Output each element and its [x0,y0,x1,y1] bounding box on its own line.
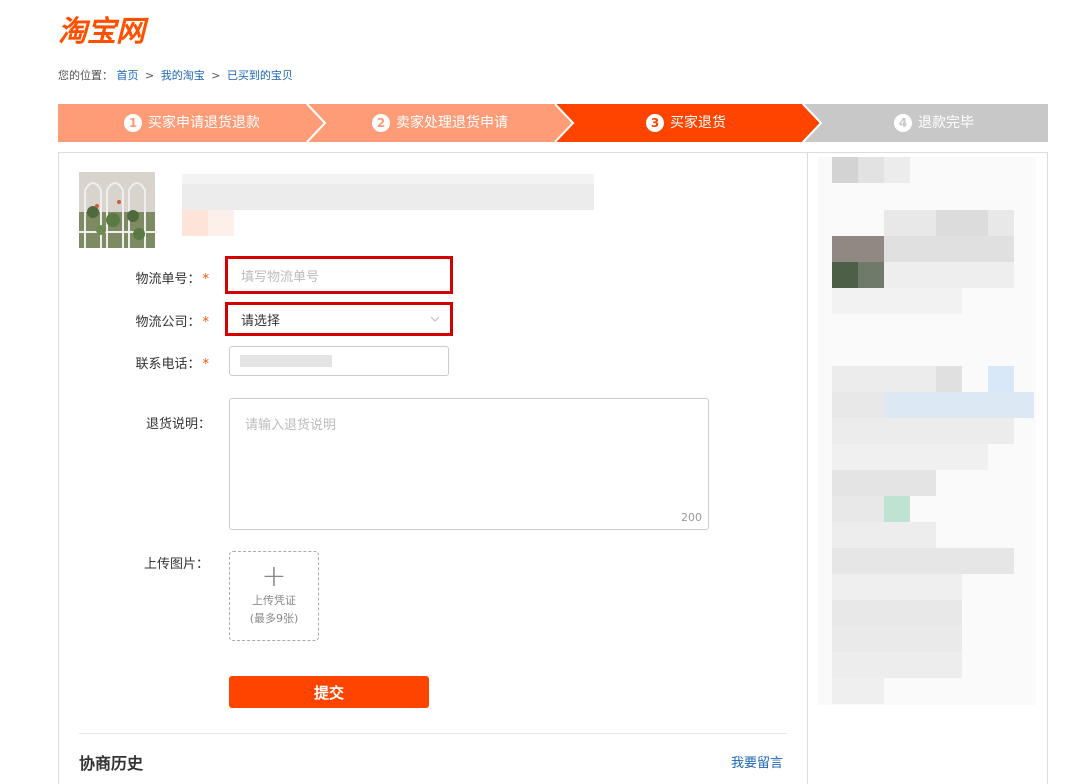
breadcrumb-separator: > [211,69,221,82]
progress-steps: 1 买家申请退货退款 2 卖家处理退货申请 3 买家退货 4 退款完毕 [58,104,1048,142]
step-2-number: 2 [372,114,390,132]
plus-icon: + [261,559,287,594]
step-3-number: 3 [646,114,664,132]
negotiation-history-title: 协商历史 [79,754,144,773]
product-price-redacted [182,210,208,236]
step-1: 1 买家申请退货退款 [124,104,260,142]
breadcrumb-purchased[interactable]: 已买到的宝贝 [227,69,293,82]
taobao-logo[interactable]: 淘宝网 [58,8,145,50]
shipping-company-value: 请选择 [241,313,281,329]
shipping-company-select[interactable]: 请选择 [225,302,453,336]
char-counter: 200 [681,511,702,524]
leave-message-link[interactable]: 我要留言 [731,752,783,771]
shipping-company-label-text: 物流公司： [135,315,201,330]
required-mark: * [202,357,210,372]
step-1-number: 1 [124,114,142,132]
return-note-label: 退货说明： [145,417,211,432]
product-title-redacted [182,174,594,184]
shipping-company-label: 物流公司： * [119,311,209,330]
breadcrumb-home[interactable]: 首页 [117,69,139,82]
required-mark: * [202,315,210,330]
phone-input[interactable] [229,346,449,376]
breadcrumb-my-taobao[interactable]: 我的淘宝 [161,69,205,82]
breadcrumb: 您的位置： 首页 > 我的淘宝 > 已买到的宝贝 [58,67,293,83]
step-4-label: 退款完毕 [918,115,974,131]
sidebar-divider [807,152,808,784]
required-mark: * [202,272,210,287]
step-2: 2 卖家处理退货申请 [372,104,508,142]
step-3: 3 买家退货 [646,104,726,142]
step-2-label: 卖家处理退货申请 [396,115,508,131]
step-1-label: 买家申请退货退款 [148,115,260,131]
upload-text: 上传凭证 [252,594,296,607]
product-title-redacted [182,184,594,210]
phone-value-redacted [240,355,332,367]
section-divider [79,733,787,734]
return-note-placeholder: 请输入退货说明 [245,418,337,433]
tracking-number-input[interactable]: 填写物流单号 [225,256,453,294]
breadcrumb-prefix: 您的位置： [58,69,113,82]
tracking-number-label-text: 物流单号： [135,272,201,287]
breadcrumb-separator: > [145,69,155,82]
step-4: 4 退款完毕 [894,104,974,142]
phone-label-text: 联系电话： [135,357,201,372]
step-3-label: 买家退货 [670,115,726,131]
upload-image-button[interactable]: + 上传凭证 (最多9张) [229,551,319,641]
product-image[interactable] [79,172,155,248]
upload-label: 上传图片： [143,557,209,572]
phone-label: 联系电话： * [119,353,209,372]
return-note-textarea[interactable]: 请输入退货说明 200 [229,398,709,530]
submit-button[interactable]: 提交 [229,676,429,708]
step-4-number: 4 [894,114,912,132]
product-price-redacted [208,210,234,236]
chevron-down-icon [430,316,440,322]
tracking-number-label: 物流单号： * [119,268,209,287]
upload-limit-text: (最多9张) [249,612,299,625]
